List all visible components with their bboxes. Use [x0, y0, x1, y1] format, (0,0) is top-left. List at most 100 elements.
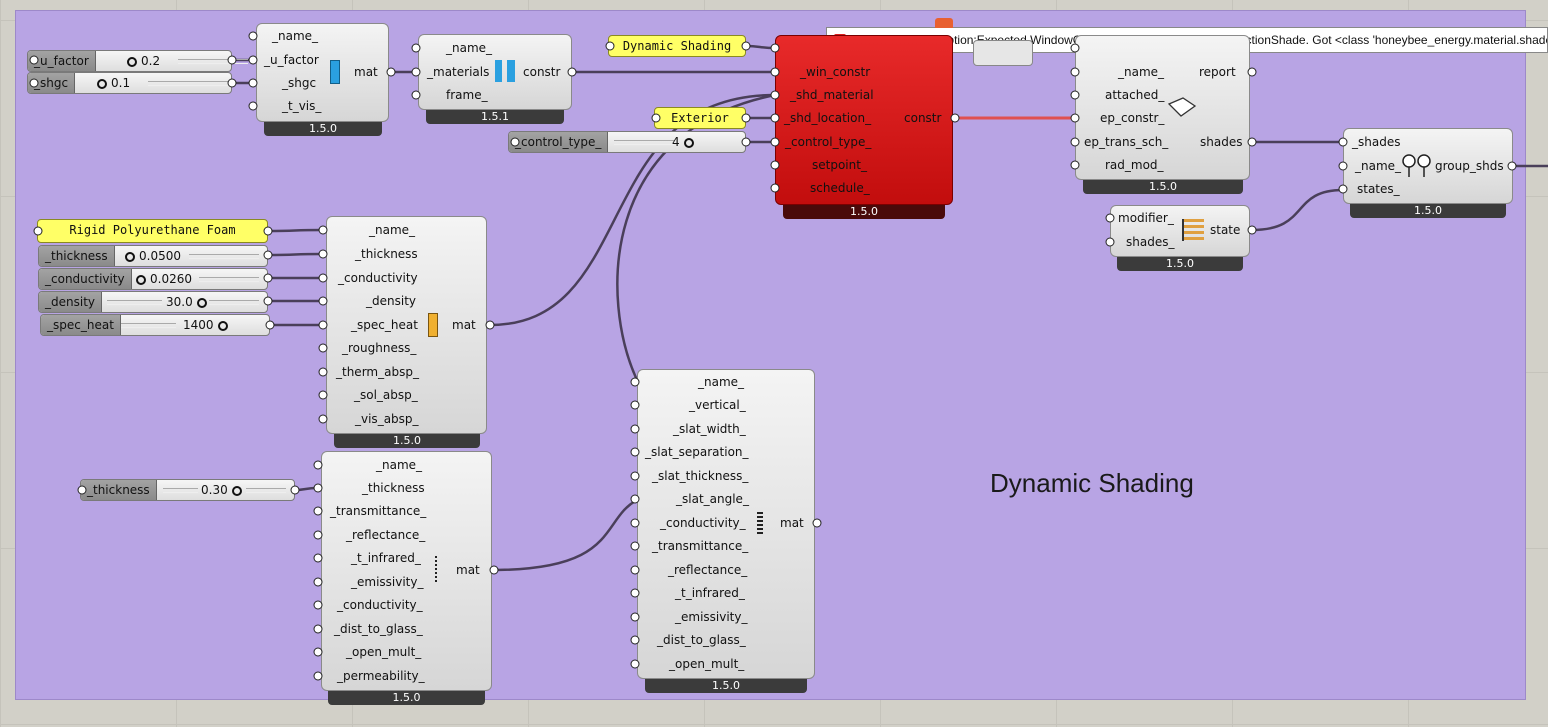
input-name[interactable]: _name_ — [1355, 159, 1401, 173]
port-grip[interactable] — [770, 43, 780, 53]
output-mat[interactable]: mat — [780, 516, 804, 530]
port-grip[interactable] — [1070, 43, 1080, 53]
port-grip[interactable] — [318, 343, 328, 353]
input-permeability[interactable]: _permeability_ — [337, 669, 425, 683]
port-grip[interactable] — [605, 41, 615, 51]
input-reflectance[interactable]: _reflectance_ — [346, 528, 425, 542]
hidden-component[interactable] — [973, 40, 1033, 66]
input-thickness[interactable]: _thickness — [355, 247, 418, 261]
input-transmittance[interactable]: _transmittance_ — [330, 504, 426, 518]
input-name[interactable]: _name_ — [369, 223, 415, 237]
input-ep-constr[interactable]: ep_constr_ — [1100, 111, 1164, 125]
port-grip[interactable] — [318, 273, 328, 283]
port-grip[interactable] — [29, 78, 39, 88]
port-grip[interactable] — [630, 518, 640, 528]
input-states[interactable]: states_ — [1357, 182, 1400, 196]
panel-foam-name[interactable]: Rigid Polyurethane Foam — [37, 219, 268, 243]
port-grip[interactable] — [263, 250, 273, 260]
input-density[interactable]: _density — [366, 294, 416, 308]
input-vis-absp[interactable]: _vis_absp_ — [355, 412, 419, 426]
input-dist-to-glass[interactable]: _dist_to_glass_ — [657, 633, 746, 647]
port-grip[interactable] — [263, 296, 273, 306]
port-grip[interactable] — [1070, 113, 1080, 123]
port-grip[interactable] — [630, 400, 640, 410]
port-grip[interactable] — [313, 577, 323, 587]
port-grip[interactable] — [318, 320, 328, 330]
input-t-vis[interactable]: _t_vis_ — [282, 99, 321, 113]
input-slat-thickness[interactable]: _slat_thickness_ — [652, 469, 748, 483]
port-grip[interactable] — [29, 55, 39, 65]
input-t-infrared[interactable]: _t_infrared_ — [675, 586, 745, 600]
input-reflectance[interactable]: _reflectance_ — [668, 563, 747, 577]
input-conductivity[interactable]: _conductivity_ — [337, 598, 423, 612]
port-grip[interactable] — [248, 101, 258, 111]
input-conductivity[interactable]: _conductivity — [338, 271, 418, 285]
port-grip[interactable] — [1338, 184, 1348, 194]
input-setpoint[interactable]: setpoint_ — [812, 158, 867, 172]
port-grip[interactable] — [1338, 161, 1348, 171]
input-name[interactable]: _name_ — [446, 41, 492, 55]
port-grip[interactable] — [741, 137, 751, 147]
port-grip[interactable] — [630, 447, 640, 457]
port-grip[interactable] — [227, 78, 237, 88]
output-constr[interactable]: constr — [523, 65, 560, 79]
port-grip[interactable] — [318, 225, 328, 235]
port-grip[interactable] — [318, 367, 328, 377]
port-grip[interactable] — [630, 471, 640, 481]
port-grip[interactable] — [485, 320, 495, 330]
port-grip[interactable] — [313, 460, 323, 470]
port-grip[interactable] — [630, 494, 640, 504]
panel-dynamic-shading[interactable]: Dynamic Shading — [608, 35, 746, 57]
port-grip[interactable] — [651, 113, 661, 123]
port-grip[interactable] — [313, 671, 323, 681]
output-shades[interactable]: shades — [1200, 135, 1242, 149]
output-group-shds[interactable]: group_shds — [1435, 159, 1504, 173]
input-slat-separation[interactable]: _slat_separation_ — [645, 445, 749, 459]
input-emissivity[interactable]: _emissivity_ — [675, 610, 748, 624]
port-grip[interactable] — [313, 483, 323, 493]
input-therm-absp[interactable]: _therm_absp_ — [336, 365, 419, 379]
input-shd-material[interactable]: _shd_material — [790, 88, 874, 102]
port-grip[interactable] — [630, 377, 640, 387]
output-mat[interactable]: mat — [452, 318, 476, 332]
shgc-slider[interactable]: _shgc 0.1 — [27, 72, 232, 94]
port-grip[interactable] — [1070, 137, 1080, 147]
port-grip[interactable] — [313, 600, 323, 610]
output-mat[interactable]: mat — [354, 65, 378, 79]
port-grip[interactable] — [950, 113, 960, 123]
input-open-mult[interactable]: _open_mult_ — [669, 657, 744, 671]
port-grip[interactable] — [630, 588, 640, 598]
port-grip[interactable] — [630, 424, 640, 434]
port-grip[interactable] — [630, 541, 640, 551]
input-win-constr[interactable]: _win_constr — [800, 65, 870, 79]
thickness-slider[interactable]: _thickness 0.0500 — [38, 245, 268, 267]
input-name[interactable]: _name_ — [698, 375, 744, 389]
spec-heat-slider[interactable]: _spec_heat 1400 — [40, 314, 270, 336]
input-slat-angle[interactable]: _slat_angle_ — [676, 492, 749, 506]
port-grip[interactable] — [741, 113, 751, 123]
panel-exterior[interactable]: Exterior — [654, 107, 746, 129]
input-shgc[interactable]: _shgc — [282, 76, 316, 90]
input-shades[interactable]: _shades — [1352, 135, 1400, 149]
input-shd-location[interactable]: _shd_location_ — [784, 111, 871, 125]
port-grip[interactable] — [1070, 90, 1080, 100]
port-grip[interactable] — [411, 67, 421, 77]
input-frame[interactable]: frame_ — [446, 88, 488, 102]
control-type-slider[interactable]: _control_type_ 4 — [508, 131, 746, 153]
port-grip[interactable] — [33, 226, 43, 236]
port-grip[interactable] — [77, 485, 87, 495]
port-grip[interactable] — [770, 90, 780, 100]
port-grip[interactable] — [770, 137, 780, 147]
port-grip[interactable] — [318, 390, 328, 400]
input-emissivity[interactable]: _emissivity_ — [351, 575, 424, 589]
port-grip[interactable] — [770, 67, 780, 77]
input-vertical[interactable]: _vertical_ — [689, 398, 746, 412]
input-conductivity[interactable]: _conductivity_ — [660, 516, 746, 530]
port-grip[interactable] — [313, 530, 323, 540]
port-grip[interactable] — [1507, 161, 1517, 171]
port-grip[interactable] — [313, 506, 323, 516]
input-roughness[interactable]: _roughness_ — [342, 341, 416, 355]
port-grip[interactable] — [318, 296, 328, 306]
input-sol-absp[interactable]: _sol_absp_ — [354, 388, 418, 402]
port-grip[interactable] — [770, 183, 780, 193]
